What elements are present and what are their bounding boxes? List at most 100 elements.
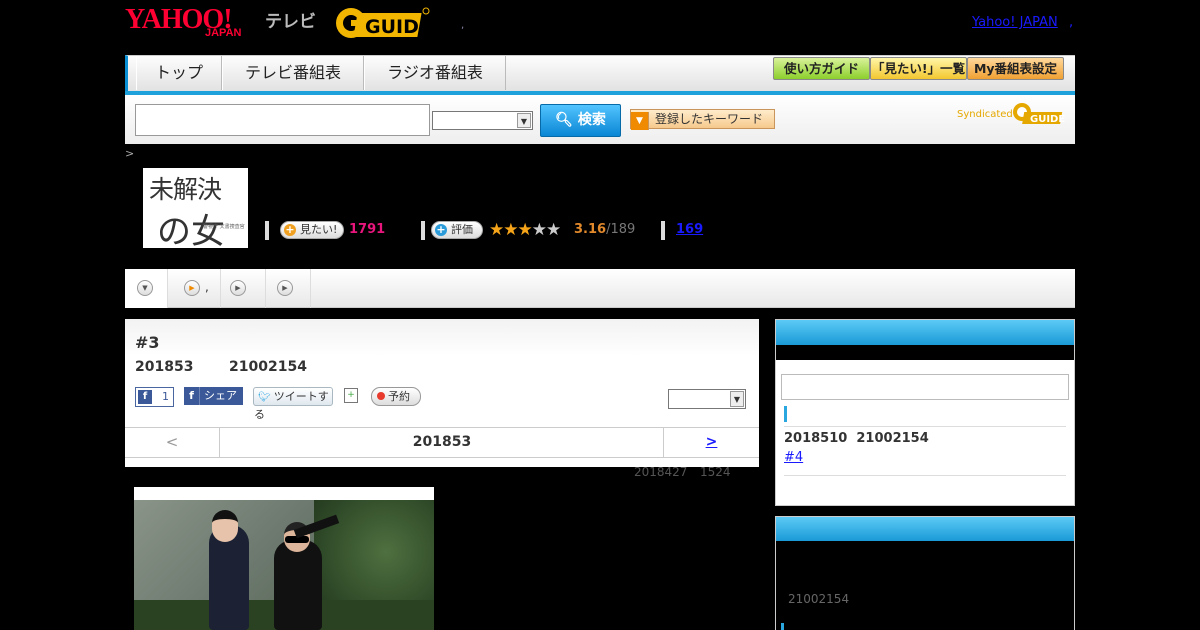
triangle-down-icon: ▼ [631, 112, 649, 130]
rating-stars: ★★★★★ [489, 220, 561, 240]
facebook-like-count: 1 [162, 390, 169, 403]
play-icon: ▶ [230, 280, 246, 296]
star-filled-icon: ★ [517, 220, 533, 240]
episode-date: 201853 [135, 359, 194, 375]
tab-overview[interactable]: ▼ [125, 269, 168, 308]
section-marker [781, 623, 784, 630]
star-empty-icon: ★ [546, 220, 561, 240]
current-episode-date: 201853 [412, 434, 472, 450]
search-bar: ▼ 🔍︎ 検索 ▼ 登録したキーワード Syndicated GUIDE [125, 95, 1075, 144]
sidebar-subheader [776, 345, 1074, 360]
tab-radio-schedule[interactable]: ラジオ番組表 [364, 56, 506, 90]
syndicated-gguide-logo: GUIDE [1013, 103, 1065, 125]
upcoming-date: 2018510 [784, 431, 848, 446]
poster-subtitle: 警視庁 文書捜査官 [203, 224, 245, 230]
update-time: 1524 [700, 465, 731, 479]
star-empty-icon: ★ [531, 220, 547, 240]
reserve-recording-button[interactable]: 予約 [371, 387, 421, 406]
svg-text:GUIDE: GUIDE [365, 16, 431, 38]
next-episode-link[interactable]: > [663, 428, 759, 457]
tv-label[interactable]: テレビ [265, 7, 316, 32]
divider [265, 221, 269, 240]
sidebar-header [776, 320, 1074, 345]
episode-pager: < 201853 > [125, 427, 759, 458]
facebook-icon: f [184, 387, 200, 405]
yahoo-japan-sublogo: JAPAN [205, 27, 242, 39]
tweet-button[interactable]: 🐦︎ ツイートする [253, 387, 333, 421]
plus-icon: + [284, 223, 296, 236]
poster-title-line1: 未解決 [149, 175, 222, 204]
top-header: YAHOO! JAPAN テレビ GUIDE , Yahoo! JAPAN , [125, 0, 1075, 50]
search-icon: 🔍︎ [555, 112, 573, 128]
review-count-link[interactable]: 169 [676, 222, 703, 237]
tab-episodes[interactable]: ▶ , [168, 269, 221, 308]
header-dot: , [461, 20, 465, 31]
svg-text:GUIDE: GUIDE [1030, 114, 1065, 125]
syndicated-label: Syndicated [957, 109, 1013, 120]
add-to-calendar-icon[interactable]: + [344, 388, 358, 403]
play-icon: ▶ [277, 280, 293, 296]
yahoo-japan-link[interactable]: Yahoo! JAPAN [972, 15, 1058, 30]
section-marker [784, 406, 787, 422]
facebook-share-label: シェア [204, 389, 237, 402]
previous-episode-button[interactable]: < [125, 428, 220, 457]
rating-total: /189 [606, 222, 636, 237]
sidebar-second-panel: 21002154 [775, 516, 1075, 630]
rating-value: 3.16/189 [574, 222, 635, 237]
star-filled-icon: ★ [489, 220, 504, 240]
episode-time: 21002154 [229, 359, 307, 375]
rating-score: 3.16 [574, 222, 607, 237]
upcoming-schedule: 2018510 21002154 [784, 431, 929, 446]
upcoming-episode-link[interactable]: #4 [784, 450, 803, 465]
rate-label: 評価 [451, 223, 473, 236]
registered-keywords-button[interactable]: ▼ 登録したキーワード [630, 109, 775, 130]
registered-keywords-label: 登録したキーワード [655, 112, 764, 126]
facebook-share-button[interactable]: f シェア [184, 387, 243, 405]
tab-cast[interactable]: ▶ [221, 269, 266, 308]
episode-select[interactable]: ▼ [668, 389, 746, 409]
search-button-label: 検索 [577, 112, 606, 128]
episode-photo [134, 487, 434, 630]
rate-button[interactable]: + 評価 [431, 221, 483, 239]
tab-top[interactable]: トップ [136, 56, 222, 90]
search-button[interactable]: 🔍︎ 検索 [540, 104, 621, 137]
facebook-icon: f [138, 390, 152, 404]
play-icon: ▶ [184, 280, 200, 296]
breadcrumb[interactable]: > [125, 147, 134, 160]
search-input[interactable] [135, 104, 430, 136]
tab-reviews[interactable]: ▶ [266, 269, 311, 308]
star-filled-icon: ★ [503, 220, 518, 240]
want-to-watch-button[interactable]: + 見たい! [280, 221, 344, 239]
sidebar-header [776, 517, 1074, 541]
my-schedule-settings-button[interactable]: My番組表設定 [967, 57, 1064, 80]
gguide-logo[interactable]: GUIDE [335, 5, 431, 41]
usage-guide-button[interactable]: 使い方ガイド [773, 57, 870, 80]
chevron-down-icon: ▼ [137, 280, 153, 296]
header-trailing-dot: , [1069, 15, 1074, 30]
search-category-select[interactable]: ▼ [432, 111, 533, 130]
reserve-label: 予約 [388, 390, 410, 403]
plus-icon: + [435, 223, 447, 236]
program-tabs: ▼ ▶ , ▶ ▶ [125, 269, 1075, 308]
wishlist-button[interactable]: 「見たい!」一覧 [870, 57, 967, 80]
tab-episodes-label: , [205, 280, 209, 294]
sidebar-time: 21002154 [788, 592, 850, 606]
divider [784, 426, 1066, 427]
tab-tv-schedule[interactable]: テレビ番組表 [222, 56, 364, 90]
want-count: 1791 [349, 222, 386, 237]
sidebar-field[interactable] [781, 374, 1069, 400]
main-nav: トップ テレビ番組表 ラジオ番組表 使い方ガイド 「見たい!」一覧 My番組表設… [125, 55, 1075, 96]
episode-panel: #3 201853 21002154 f 1 f シェア 🐦︎ ツイートする + 予… [125, 319, 759, 467]
chevron-down-icon: ▼ [517, 113, 531, 128]
photo-scene [134, 500, 434, 630]
want-to-watch-label: 見たい! [300, 223, 338, 236]
sidebar-upcoming-panel: 2018510 21002154 #4 [775, 319, 1075, 506]
program-poster: 未解決 の女 警視庁 文書捜査官 [143, 168, 248, 252]
divider [784, 475, 1066, 476]
facebook-like-button[interactable]: f 1 [135, 387, 174, 407]
chevron-down-icon: ▼ [730, 391, 744, 407]
upcoming-time: 21002154 [856, 431, 929, 446]
twitter-bird-icon: 🐦︎ [258, 392, 271, 403]
divider [661, 221, 665, 240]
update-date: 2018427 [634, 465, 688, 479]
